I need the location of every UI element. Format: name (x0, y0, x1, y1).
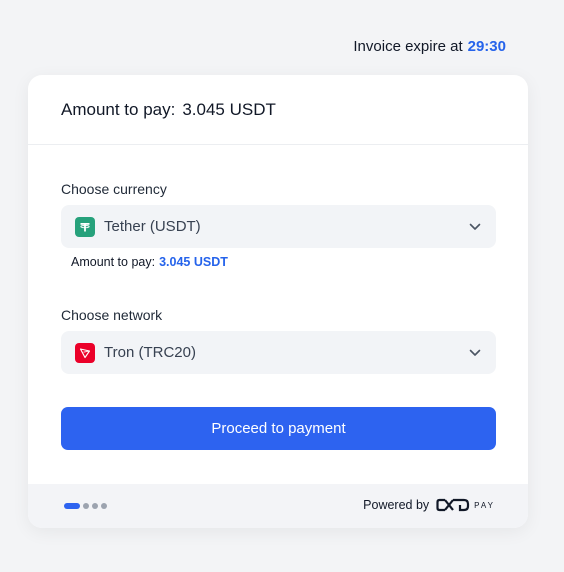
brand-text: PAY (474, 500, 495, 510)
currency-amount-label: Amount to pay: (71, 255, 156, 269)
invoice-expire-label: Invoice expire at (353, 38, 463, 55)
tether-icon (75, 216, 95, 237)
step-dot (92, 503, 98, 509)
step-indicator (64, 503, 110, 509)
amount-to-pay-value: 3.045 USDT (182, 99, 276, 119)
invoice-expiry: Invoice expire at 29:30 (353, 38, 506, 55)
brand-logo: PAY (436, 497, 495, 513)
currency-select[interactable]: Tether (USDT) (61, 205, 496, 248)
card-footer: Powered by PAY (28, 484, 528, 528)
payment-card: Amount to pay: 3.045 USDT Choose currenc… (28, 75, 528, 528)
network-select[interactable]: Tron (TRC20) (61, 331, 496, 374)
amount-to-pay-label: Amount to pay: (61, 99, 176, 119)
chevron-down-icon (468, 346, 482, 360)
step-dot (83, 503, 89, 509)
proceed-to-payment-button[interactable]: Proceed to payment (61, 407, 496, 450)
chevron-down-icon (468, 220, 482, 234)
currency-amount-hint: Amount to pay: 3.045 USDT (71, 255, 228, 269)
card-header: Amount to pay: 3.045 USDT (28, 75, 528, 145)
step-dot-active (64, 503, 80, 509)
powered-by-label: Powered by (363, 498, 430, 512)
choose-currency-label: Choose currency (61, 181, 167, 197)
step-dot (101, 503, 107, 509)
tron-icon (75, 342, 95, 363)
brand-logo-icon (436, 498, 470, 512)
powered-by: Powered by PAY (363, 497, 495, 513)
currency-select-value: Tether (USDT) (104, 218, 201, 235)
currency-amount-value: 3.045 USDT (159, 255, 228, 269)
invoice-timer: 29:30 (467, 38, 506, 55)
network-select-value: Tron (TRC20) (104, 344, 196, 361)
choose-network-label: Choose network (61, 307, 163, 323)
